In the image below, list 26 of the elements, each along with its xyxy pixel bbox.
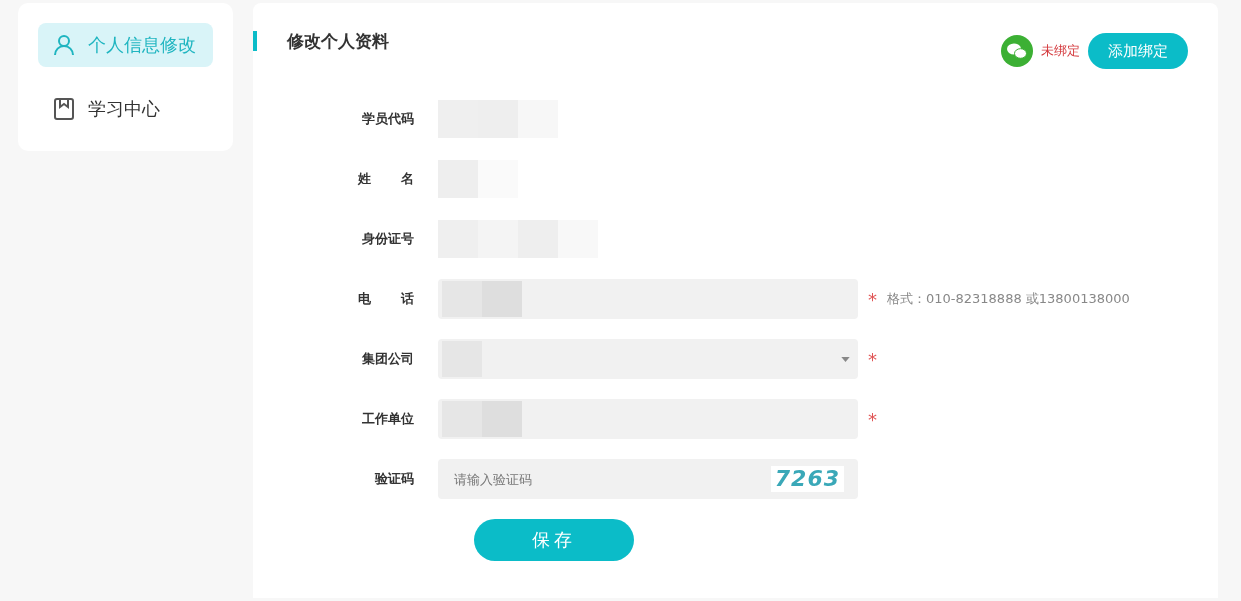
field-label: 工作单位 (361, 410, 414, 428)
field-label: 姓名 (358, 170, 414, 188)
captcha-image[interactable]: 7263 (770, 466, 844, 492)
section-title: 修改个人资料 (253, 31, 389, 51)
field-label: 集团公司 (361, 350, 414, 368)
format-hint: 格式：010-82318888 或13800138000 (887, 290, 1130, 308)
sidebar-item[interactable]: 个人信息修改 (38, 23, 213, 67)
field-label: 验证码 (373, 470, 414, 488)
sidebar-item[interactable]: 学习中心 (38, 87, 213, 131)
captcha-field[interactable]: 请输入验证码 7263 (438, 459, 858, 499)
chat-icon (1001, 35, 1033, 67)
dropdown-field[interactable] (438, 339, 858, 379)
input-field[interactable] (438, 279, 858, 319)
book-icon (52, 97, 76, 121)
binding-status: 未绑定 (1041, 42, 1080, 60)
person-icon (52, 33, 76, 57)
input-field[interactable] (438, 399, 858, 439)
caret-icon (841, 357, 850, 362)
save-button[interactable]: 保存 (474, 519, 634, 561)
field-label: 学员代码 (361, 110, 414, 128)
field-label: 身份证号 (361, 230, 414, 248)
required-mark: * (868, 288, 877, 310)
add-binding-button[interactable]: 添加绑定 (1088, 33, 1188, 69)
field-label: 电话 (358, 290, 414, 308)
required-mark: * (868, 408, 877, 430)
required-mark: * (868, 348, 877, 370)
